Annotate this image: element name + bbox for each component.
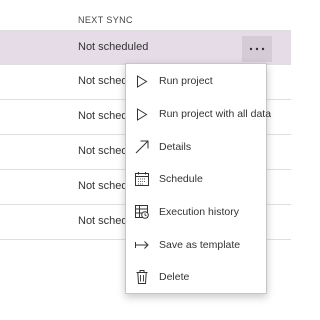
more-options-button[interactable] bbox=[242, 36, 272, 62]
arrow-diagonal-icon bbox=[135, 140, 149, 154]
play-icon bbox=[135, 107, 149, 121]
menu-item-label: Save as template bbox=[159, 238, 241, 251]
menu-item-label: Schedule bbox=[159, 173, 203, 186]
table-row[interactable]: Not scheduled bbox=[0, 30, 291, 65]
menu-item-label: Execution history bbox=[159, 206, 239, 219]
menu-item-run-project-all-data[interactable]: Run project with all data bbox=[126, 98, 271, 131]
menu-item-label: Details bbox=[159, 140, 192, 153]
play-icon bbox=[135, 74, 149, 88]
next-sync-cell: Not scheduled bbox=[78, 41, 149, 53]
history-table-icon bbox=[135, 205, 149, 219]
menu-item-execution-history[interactable]: Execution history bbox=[126, 196, 266, 229]
calendar-icon bbox=[135, 172, 149, 187]
ellipsis-icon bbox=[249, 47, 265, 51]
menu-item-delete[interactable]: Delete bbox=[126, 261, 266, 294]
project-list-page: NEXT SYNC Not scheduled Not scheduled No… bbox=[0, 0, 291, 320]
menu-item-label: Run project bbox=[159, 75, 213, 88]
context-menu: Run project Run project with all data De… bbox=[125, 63, 271, 294]
menu-item-details[interactable]: Details bbox=[126, 130, 266, 163]
menu-item-save-as-template[interactable]: Save as template bbox=[126, 228, 266, 261]
menu-item-schedule[interactable]: Schedule bbox=[126, 163, 266, 196]
trash-icon bbox=[135, 270, 149, 285]
menu-item-run-project[interactable]: Run project bbox=[126, 65, 266, 98]
menu-item-label: Run project with all data bbox=[159, 108, 272, 121]
column-header-next-sync[interactable]: NEXT SYNC bbox=[78, 15, 133, 25]
menu-item-label: Delete bbox=[159, 271, 190, 284]
arrow-to-bar-icon bbox=[135, 238, 149, 252]
